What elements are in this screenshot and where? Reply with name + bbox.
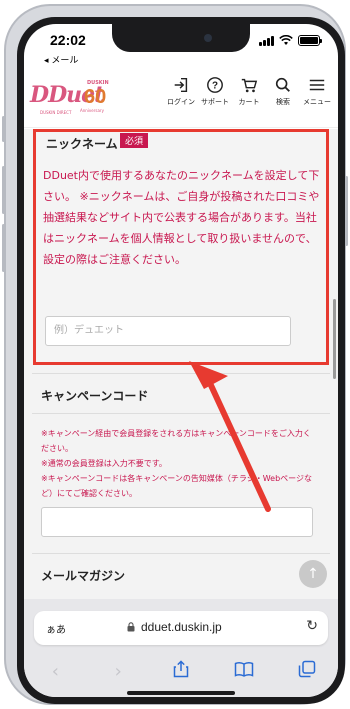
- volume-down-button: [2, 224, 5, 272]
- dduet-logo[interactable]: DDuet DUSKIN DIRECT: [30, 82, 104, 115]
- scroll-to-top-button[interactable]: ↑: [299, 560, 327, 588]
- divider: [32, 413, 330, 414]
- svg-text:?: ?: [212, 81, 218, 92]
- page-settings-button[interactable]: ぁあ: [46, 621, 66, 636]
- nav-menu[interactable]: メニュー: [300, 76, 334, 107]
- logo-subtext: DUSKIN DIRECT: [40, 110, 72, 115]
- mail-magazine-title: メールマガジン: [41, 569, 126, 583]
- safari-bottom-bar: ぁあ dduet.duskin.jp ↻ ‹ ›: [24, 599, 338, 697]
- lock-icon: [127, 622, 135, 635]
- divider: [32, 373, 330, 374]
- anniversary-logo: DUSKIN 60 Anniversary: [80, 80, 114, 116]
- url-text: dduet.duskin.jp: [141, 620, 222, 634]
- nav-search[interactable]: 検索: [266, 76, 300, 107]
- required-badge: 必須: [120, 133, 149, 148]
- site-header: DDuet DUSKIN DIRECT DUSKIN 60 Anniversar…: [24, 68, 338, 128]
- volume-up-button: [2, 166, 5, 214]
- nav-support-label: サポート: [201, 98, 229, 106]
- back-to-mail-link[interactable]: ◂ メール: [44, 53, 78, 66]
- anniversary-number: 60: [84, 86, 107, 108]
- search-icon: [275, 77, 290, 92]
- campaign-note-line: ※キャンペーンコードは各キャンペーンの告知媒体（チラシ・Webページなど）にてご…: [41, 474, 313, 498]
- campaign-note-line: ※通常の会員登録は入力不要です。: [41, 459, 167, 468]
- nickname-input[interactable]: 例）デュエット: [45, 316, 291, 346]
- registration-form: ニックネーム 必須 DDuet内で使用するあなたのニックネームを設定して下さい。…: [24, 129, 338, 599]
- phone-frame: 22:02 ◂ メール DDuet DUSKIN DIRECT DUSKIN 6…: [2, 4, 348, 705]
- scrollbar[interactable]: [333, 299, 336, 379]
- mute-switch: [2, 116, 5, 142]
- nav-cart[interactable]: カート: [232, 76, 266, 107]
- address-bar[interactable]: ぁあ dduet.duskin.jp ↻: [34, 611, 328, 645]
- campaign-code-note: ※キャンペーン経由で会員登録をされる方はキャンペーンコードをご入力ください。 ※…: [41, 426, 313, 501]
- back-icon[interactable]: ‹: [40, 661, 70, 682]
- nav-login[interactable]: ログイン: [164, 76, 198, 107]
- signal-icon: [259, 35, 274, 46]
- share-icon[interactable]: [166, 659, 196, 683]
- menu-icon: [309, 79, 325, 91]
- bookmarks-icon[interactable]: [229, 661, 259, 682]
- nickname-field-highlight: ニックネーム 必須 DDuet内で使用するあなたのニックネームを設定して下さい。…: [33, 129, 329, 365]
- status-icons: [259, 35, 322, 46]
- notch: [112, 24, 250, 52]
- wifi-icon: [279, 35, 293, 45]
- header-nav: ログイン ? サポート カート 検索 メニュー: [164, 76, 334, 107]
- camera-icon: [204, 34, 212, 42]
- forward-icon[interactable]: ›: [103, 661, 133, 682]
- tabs-icon[interactable]: [292, 660, 322, 683]
- power-button: [345, 176, 348, 246]
- nav-support[interactable]: ? サポート: [198, 76, 232, 107]
- campaign-code-title: キャンペーンコード: [41, 389, 149, 403]
- nav-cart-label: カート: [238, 98, 260, 106]
- campaign-note-line: ※キャンペーン経由で会員登録をされる方はキャンペーンコードをご入力ください。: [41, 429, 311, 453]
- screen: 22:02 ◂ メール DDuet DUSKIN DIRECT DUSKIN 6…: [24, 24, 338, 697]
- battery-icon: [298, 35, 322, 46]
- nav-menu-label: メニュー: [303, 98, 331, 106]
- login-icon: [174, 77, 188, 93]
- anniversary-label: Anniversary: [80, 108, 104, 113]
- nickname-description: DDuet内で使用するあなたのニックネームを設定して下さい。 ※ニックネームは、…: [43, 169, 320, 266]
- divider: [32, 553, 330, 554]
- nav-search-label: 検索: [276, 98, 290, 106]
- nav-login-label: ログイン: [167, 98, 195, 106]
- safari-toolbar: ‹ ›: [24, 657, 338, 685]
- cart-icon: [241, 78, 258, 93]
- home-indicator: [127, 691, 235, 695]
- status-time: 22:02: [50, 32, 86, 48]
- reload-icon[interactable]: ↻: [306, 618, 318, 634]
- campaign-code-input[interactable]: [41, 507, 313, 537]
- phone-bezel: 22:02 ◂ メール DDuet DUSKIN DIRECT DUSKIN 6…: [17, 17, 345, 704]
- help-icon: ?: [207, 77, 223, 93]
- nickname-title: ニックネーム: [46, 137, 118, 151]
